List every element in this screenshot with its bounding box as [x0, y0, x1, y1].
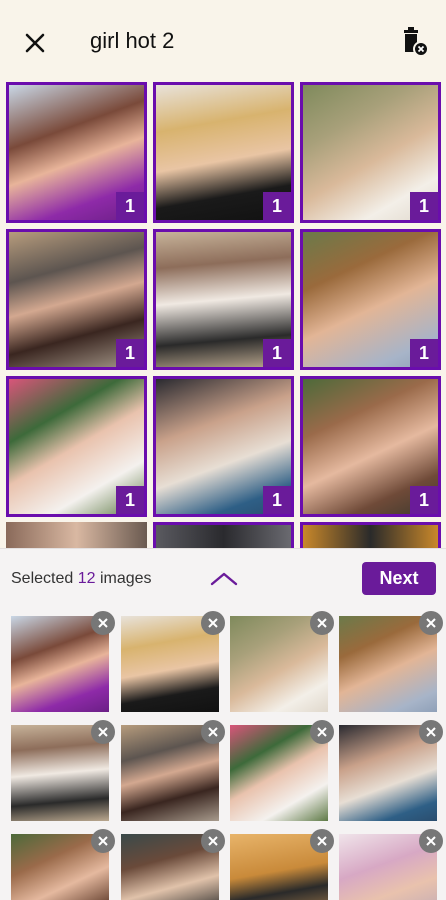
count-badge: 1	[263, 486, 291, 514]
photo-tile-partial[interactable]	[153, 522, 294, 550]
close-circle-icon	[317, 836, 327, 846]
photo-tile[interactable]: 1	[6, 376, 147, 517]
remove-button[interactable]	[201, 611, 225, 635]
selected-thumb[interactable]	[121, 720, 225, 821]
remove-button[interactable]	[201, 720, 225, 744]
selected-thumb[interactable]	[339, 611, 443, 712]
selected-thumb[interactable]	[121, 611, 225, 712]
remove-button[interactable]	[310, 611, 334, 635]
count-badge: 1	[263, 192, 291, 220]
photo-tile-partial[interactable]	[6, 522, 147, 550]
close-circle-icon	[208, 836, 218, 846]
close-circle-icon	[98, 727, 108, 737]
expand-toggle[interactable]	[208, 567, 240, 591]
photo-tile[interactable]: 1	[153, 229, 294, 370]
photo	[303, 525, 438, 550]
delete-button[interactable]	[400, 26, 430, 58]
close-circle-icon	[426, 727, 436, 737]
count-badge: 1	[116, 486, 144, 514]
remove-button[interactable]	[91, 829, 115, 853]
selected-thumb[interactable]	[11, 611, 115, 712]
selected-count: 12	[77, 570, 96, 587]
photo-tile[interactable]: 1	[300, 376, 441, 517]
photo-tile[interactable]: 1	[300, 82, 441, 223]
close-circle-icon	[426, 836, 436, 846]
close-circle-icon	[426, 618, 436, 628]
photo-tile[interactable]: 1	[153, 376, 294, 517]
photo-tile[interactable]: 1	[300, 229, 441, 370]
count-badge: 1	[116, 339, 144, 367]
remove-button[interactable]	[310, 829, 334, 853]
selected-thumb[interactable]	[339, 720, 443, 821]
selected-thumb[interactable]	[230, 611, 334, 712]
remove-button[interactable]	[310, 720, 334, 744]
selected-suffix: images	[95, 570, 152, 587]
selected-thumb[interactable]	[230, 720, 334, 821]
selected-thumb[interactable]	[11, 720, 115, 821]
remove-button[interactable]	[201, 829, 225, 853]
photo	[156, 525, 291, 550]
selected-thumb[interactable]	[121, 829, 225, 900]
close-circle-icon	[317, 727, 327, 737]
selected-thumb[interactable]	[11, 829, 115, 900]
close-icon	[25, 33, 45, 53]
count-badge: 1	[410, 486, 438, 514]
chevron-up-icon	[210, 572, 238, 586]
close-circle-icon	[98, 836, 108, 846]
photo-tile-partial[interactable]	[300, 522, 441, 550]
count-badge: 1	[410, 339, 438, 367]
close-circle-icon	[208, 618, 218, 628]
next-button[interactable]: Next	[362, 562, 436, 595]
photo-tile[interactable]: 1	[6, 82, 147, 223]
selected-prefix: Selected	[11, 570, 78, 587]
remove-button[interactable]	[419, 611, 443, 635]
close-button[interactable]	[22, 30, 48, 56]
photo-tile[interactable]: 1	[6, 229, 147, 370]
selection-panel: Selected 12 images Next	[0, 548, 446, 900]
selected-count-text: Selected 12 images	[11, 570, 152, 588]
album-title: girl hot 2	[90, 28, 175, 53]
trash-x-icon	[404, 27, 429, 57]
photo	[6, 522, 147, 550]
selected-thumb[interactable]	[230, 829, 334, 900]
remove-button[interactable]	[419, 720, 443, 744]
count-badge: 1	[410, 192, 438, 220]
close-circle-icon	[317, 618, 327, 628]
close-circle-icon	[98, 618, 108, 628]
close-circle-icon	[208, 727, 218, 737]
selected-thumb[interactable]	[339, 829, 443, 900]
top-bar: girl hot 2	[0, 0, 446, 84]
remove-button[interactable]	[419, 829, 443, 853]
photo-tile[interactable]: 1	[153, 82, 294, 223]
remove-button[interactable]	[91, 611, 115, 635]
remove-button[interactable]	[91, 720, 115, 744]
count-badge: 1	[263, 339, 291, 367]
count-badge: 1	[116, 192, 144, 220]
